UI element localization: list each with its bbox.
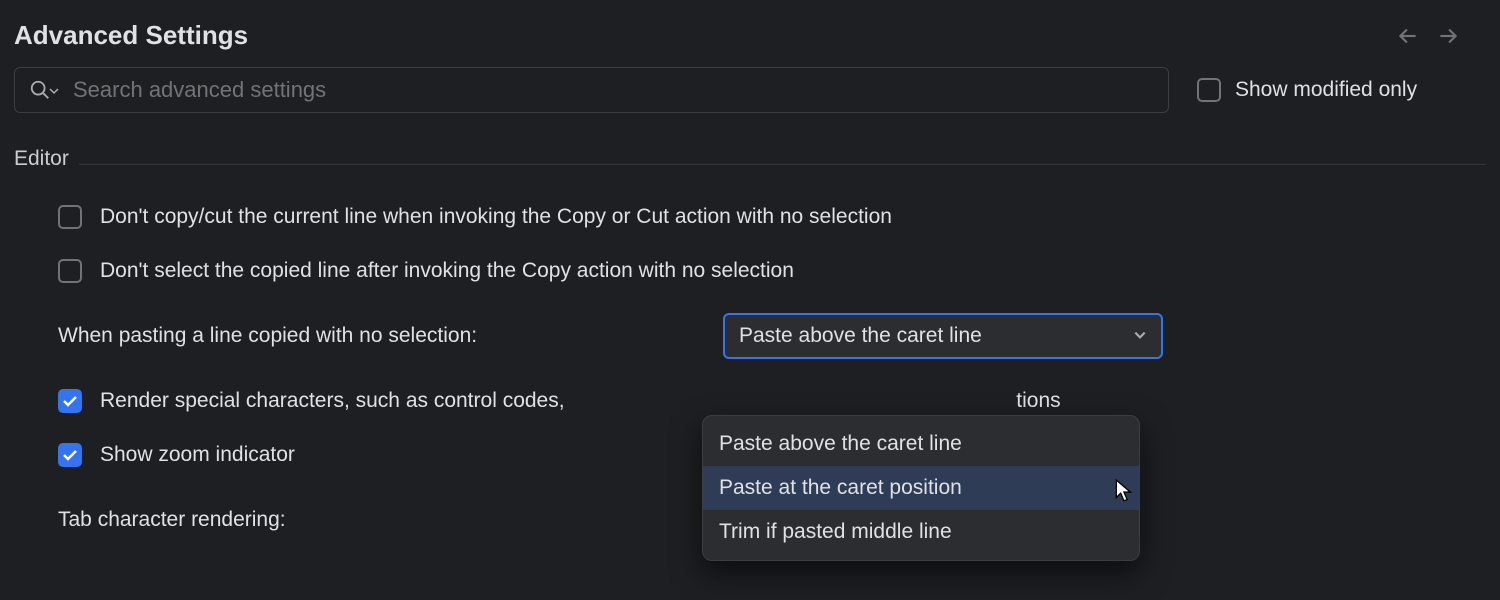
search-box[interactable]: [14, 67, 1169, 113]
dropdown-option[interactable]: Paste above the caret line: [703, 422, 1139, 466]
setting-label: Tab character rendering:: [58, 508, 705, 532]
chevron-down-icon: [1133, 324, 1147, 348]
section-title-editor: Editor: [14, 147, 69, 177]
paste-behavior-select[interactable]: Paste above the caret line: [723, 313, 1163, 359]
dont-select-copied-checkbox[interactable]: [58, 259, 82, 283]
search-dropdown-icon[interactable]: [49, 78, 59, 102]
setting-label: Don't copy/cut the current line when inv…: [100, 205, 892, 229]
search-input[interactable]: [73, 77, 1154, 103]
setting-row: Don't copy/cut the current line when inv…: [58, 205, 1486, 229]
dropdown-option[interactable]: Trim if pasted middle line: [703, 510, 1139, 554]
page-title: Advanced Settings: [14, 20, 248, 51]
show-modified-checkbox[interactable]: [1197, 78, 1221, 102]
setting-label: When pasting a line copied with no selec…: [58, 324, 705, 348]
show-modified-label: Show modified only: [1235, 78, 1417, 102]
setting-row: Render special characters, such as contr…: [58, 389, 1486, 413]
paste-behavior-dropdown: Paste above the caret line Paste at the …: [702, 415, 1140, 561]
select-value: Paste above the caret line: [739, 324, 982, 348]
forward-arrow-icon[interactable]: [1434, 22, 1462, 50]
setting-row: When pasting a line copied with no selec…: [58, 313, 1486, 359]
search-icon: [29, 79, 51, 101]
setting-row: Don't select the copied line after invok…: [58, 259, 1486, 283]
show-zoom-indicator-checkbox[interactable]: [58, 443, 82, 467]
setting-label: Render special characters, such as contr…: [100, 389, 1061, 413]
render-special-chars-checkbox[interactable]: [58, 389, 82, 413]
setting-label: Show zoom indicator: [100, 443, 295, 467]
back-arrow-icon[interactable]: [1394, 22, 1422, 50]
nav-arrows: [1394, 22, 1462, 50]
dropdown-option[interactable]: Paste at the caret position: [703, 466, 1139, 510]
dont-copy-cut-checkbox[interactable]: [58, 205, 82, 229]
setting-label: Don't select the copied line after invok…: [100, 259, 794, 283]
